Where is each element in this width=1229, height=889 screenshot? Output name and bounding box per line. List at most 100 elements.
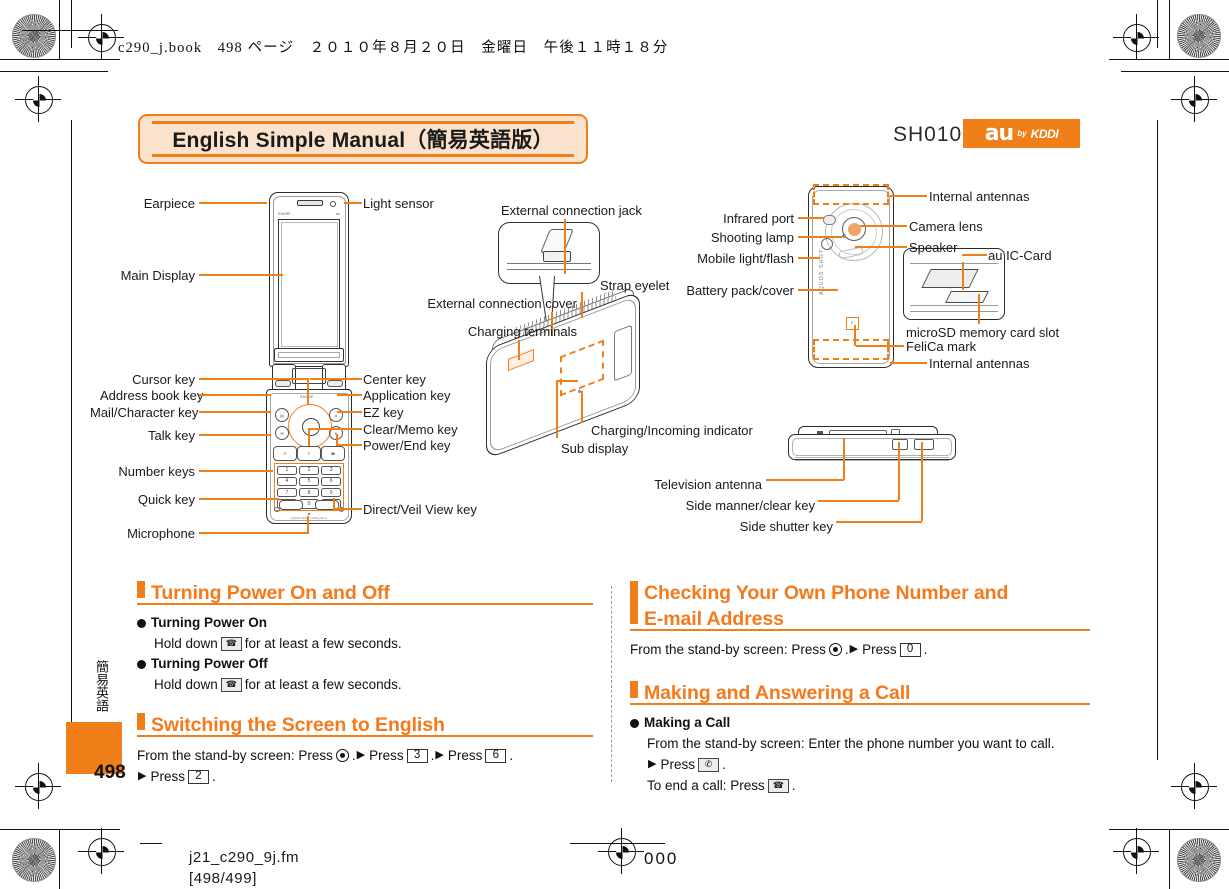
label-power-end-key: Power/End key <box>363 438 451 453</box>
callout-line-1 <box>507 263 591 264</box>
instruction-end-call: To end a call: Press ☎ . <box>630 775 1090 796</box>
power-end-key-glyph: ☎ <box>220 677 242 692</box>
section-heading-checking: Checking Your Own Phone Number and E-mai… <box>630 580 1090 632</box>
leader-mail-character-key <box>199 411 271 414</box>
registration-cross-bottom-left <box>15 763 61 809</box>
label-clear-memo-key: Clear/Memo key <box>363 422 458 437</box>
address-book-key-part: ▤ <box>275 408 289 422</box>
leader-internal-antennas-bottom <box>890 362 927 365</box>
heading-rule <box>630 629 1090 631</box>
leader-talk-key <box>199 434 271 437</box>
label-microsd-memory-card-slot: microSD memory card slot <box>906 325 1060 340</box>
leader-center-key <box>310 378 362 381</box>
label-shooting-lamp: Shooting lamp <box>710 230 794 245</box>
page-title: English Simple Manual（簡易英語版） <box>172 129 554 152</box>
label-internal-antennas-top: Internal antennas <box>929 189 1030 204</box>
heading-text-checking-line1: Checking Your Own Phone Number and <box>644 582 1009 604</box>
registration-cross-top-right-2 <box>1171 76 1217 122</box>
label-external-connection-cover: External connection cover <box>427 296 577 311</box>
label-infrared-port: Infrared port <box>723 211 794 226</box>
registration-cross-bottom-left-2 <box>78 828 124 874</box>
leader-microphone-v <box>307 516 310 534</box>
section-heading-switching: Switching the Screen to English <box>137 712 593 738</box>
leader-application-key <box>337 394 362 397</box>
label-quick-key: Quick key <box>137 492 195 507</box>
number-key-6-glyph: 6 <box>485 748 507 763</box>
footer-rule-left <box>140 843 162 844</box>
footer-rule-right <box>570 843 665 844</box>
leader-television-antenna-h <box>766 479 844 482</box>
callout-line-2 <box>507 269 591 270</box>
leader-light-sensor <box>344 202 362 205</box>
trim-line-top-left-h <box>0 59 120 60</box>
instruction-text-before: Hold down <box>154 636 218 651</box>
heading-accent-bar <box>630 681 638 698</box>
trim-line-right-edge <box>1157 120 1158 760</box>
phone-soft-key-row: ✆ F ☎ <box>273 446 345 461</box>
number-key-3: 3 <box>320 465 342 476</box>
trim-line-top-right-h2 <box>1121 71 1229 72</box>
instruction-text: From the stand-by screen: Press <box>630 642 826 657</box>
label-side-manner-clear-key: Side manner/clear key <box>685 498 815 513</box>
footer-page-range: [498/499] <box>189 870 257 887</box>
registration-burst-bottom-right <box>1177 838 1221 882</box>
registration-burst-bottom-left <box>12 838 56 882</box>
label-felica-mark: FeliCa mark <box>906 339 977 354</box>
label-internal-antennas-bottom: Internal antennas <box>929 356 1030 371</box>
leader-main-display <box>199 274 283 277</box>
leader-sub-display-h <box>556 380 578 383</box>
leader-side-shutter-key-h <box>836 521 922 524</box>
leader-charging-incoming-indicator <box>581 391 584 423</box>
label-microphone: Microphone <box>127 526 195 541</box>
label-strap-eyelet: Strap eyelet <box>600 278 670 293</box>
instruction-text: Press <box>150 769 185 784</box>
number-key-4: 4 <box>276 476 298 487</box>
leader-battery-pack-cover <box>798 289 838 292</box>
label-number-keys: Number keys <box>118 464 195 479</box>
leader-side-shutter-key <box>921 442 924 521</box>
left-content-column: Turning Power On and Off Turning Power O… <box>137 580 593 787</box>
number-key-3-glyph: 3 <box>406 748 428 763</box>
internal-antenna-zone-bottom <box>813 339 889 360</box>
instruction-making-a-call: From the stand-by screen: Enter the phon… <box>630 733 1090 754</box>
bullet-dot <box>630 718 639 728</box>
leader-speaker <box>855 246 907 249</box>
leader-direct-veil-view-key <box>333 508 362 511</box>
print-header-rule <box>22 30 118 31</box>
leader-shooting-lamp <box>798 236 842 239</box>
external-connection-jack-callout <box>498 222 600 284</box>
au-logo-text: au <box>984 120 1014 146</box>
registration-cross-bottom-right <box>1171 763 1217 809</box>
instruction-press-talk: ▶ Press ✆ . <box>630 754 1090 775</box>
instruction-text: Press <box>447 748 483 763</box>
label-mail-character-key: Mail/Character key <box>90 405 199 420</box>
hinge-pill-right <box>327 380 343 387</box>
step-arrow-icon: ▶ <box>849 643 859 655</box>
earpiece-part <box>297 200 323 206</box>
trim-line-bottom-right-v <box>1169 829 1170 889</box>
label-mobile-light-flash: Mobile light/flash <box>697 251 794 266</box>
instruction-period: . <box>844 642 849 657</box>
infrared-port-part <box>823 215 836 225</box>
shooting-lamp-part <box>842 234 846 238</box>
instruction-power-off: Hold down ☎ for at least a few seconds. <box>137 674 593 695</box>
phone-upper-half: SHARP au <box>269 192 349 367</box>
quick-key-part <box>279 500 303 510</box>
instruction-text: From the stand-by screen: Enter the phon… <box>647 736 1055 751</box>
instruction-switching-line1: From the stand-by screen: Press . ▶ Pres… <box>137 745 593 766</box>
center-key-glyph <box>335 749 349 762</box>
label-ez-key: EZ key <box>363 405 404 420</box>
label-charging-incoming-indicator: Charging/Incoming indicator <box>591 423 753 438</box>
trim-line-bottom-left-v <box>59 829 60 889</box>
instruction-switching-line2: ▶ Press 2 . <box>137 766 593 787</box>
footer-plate-number: 000 <box>644 849 679 868</box>
leader-sub-display <box>556 380 559 438</box>
leader-quick-key <box>199 498 279 501</box>
power-end-key-glyph: ☎ <box>767 778 789 793</box>
heading-text-switching: Switching the Screen to English <box>151 714 445 736</box>
trim-line-bottom-left-h <box>0 829 120 830</box>
side-view-illustration <box>788 426 958 466</box>
subheading-turning-power-on: Turning Power On <box>137 613 593 633</box>
external-connection-jack-part <box>543 251 571 262</box>
heading-accent-bar <box>137 713 145 730</box>
